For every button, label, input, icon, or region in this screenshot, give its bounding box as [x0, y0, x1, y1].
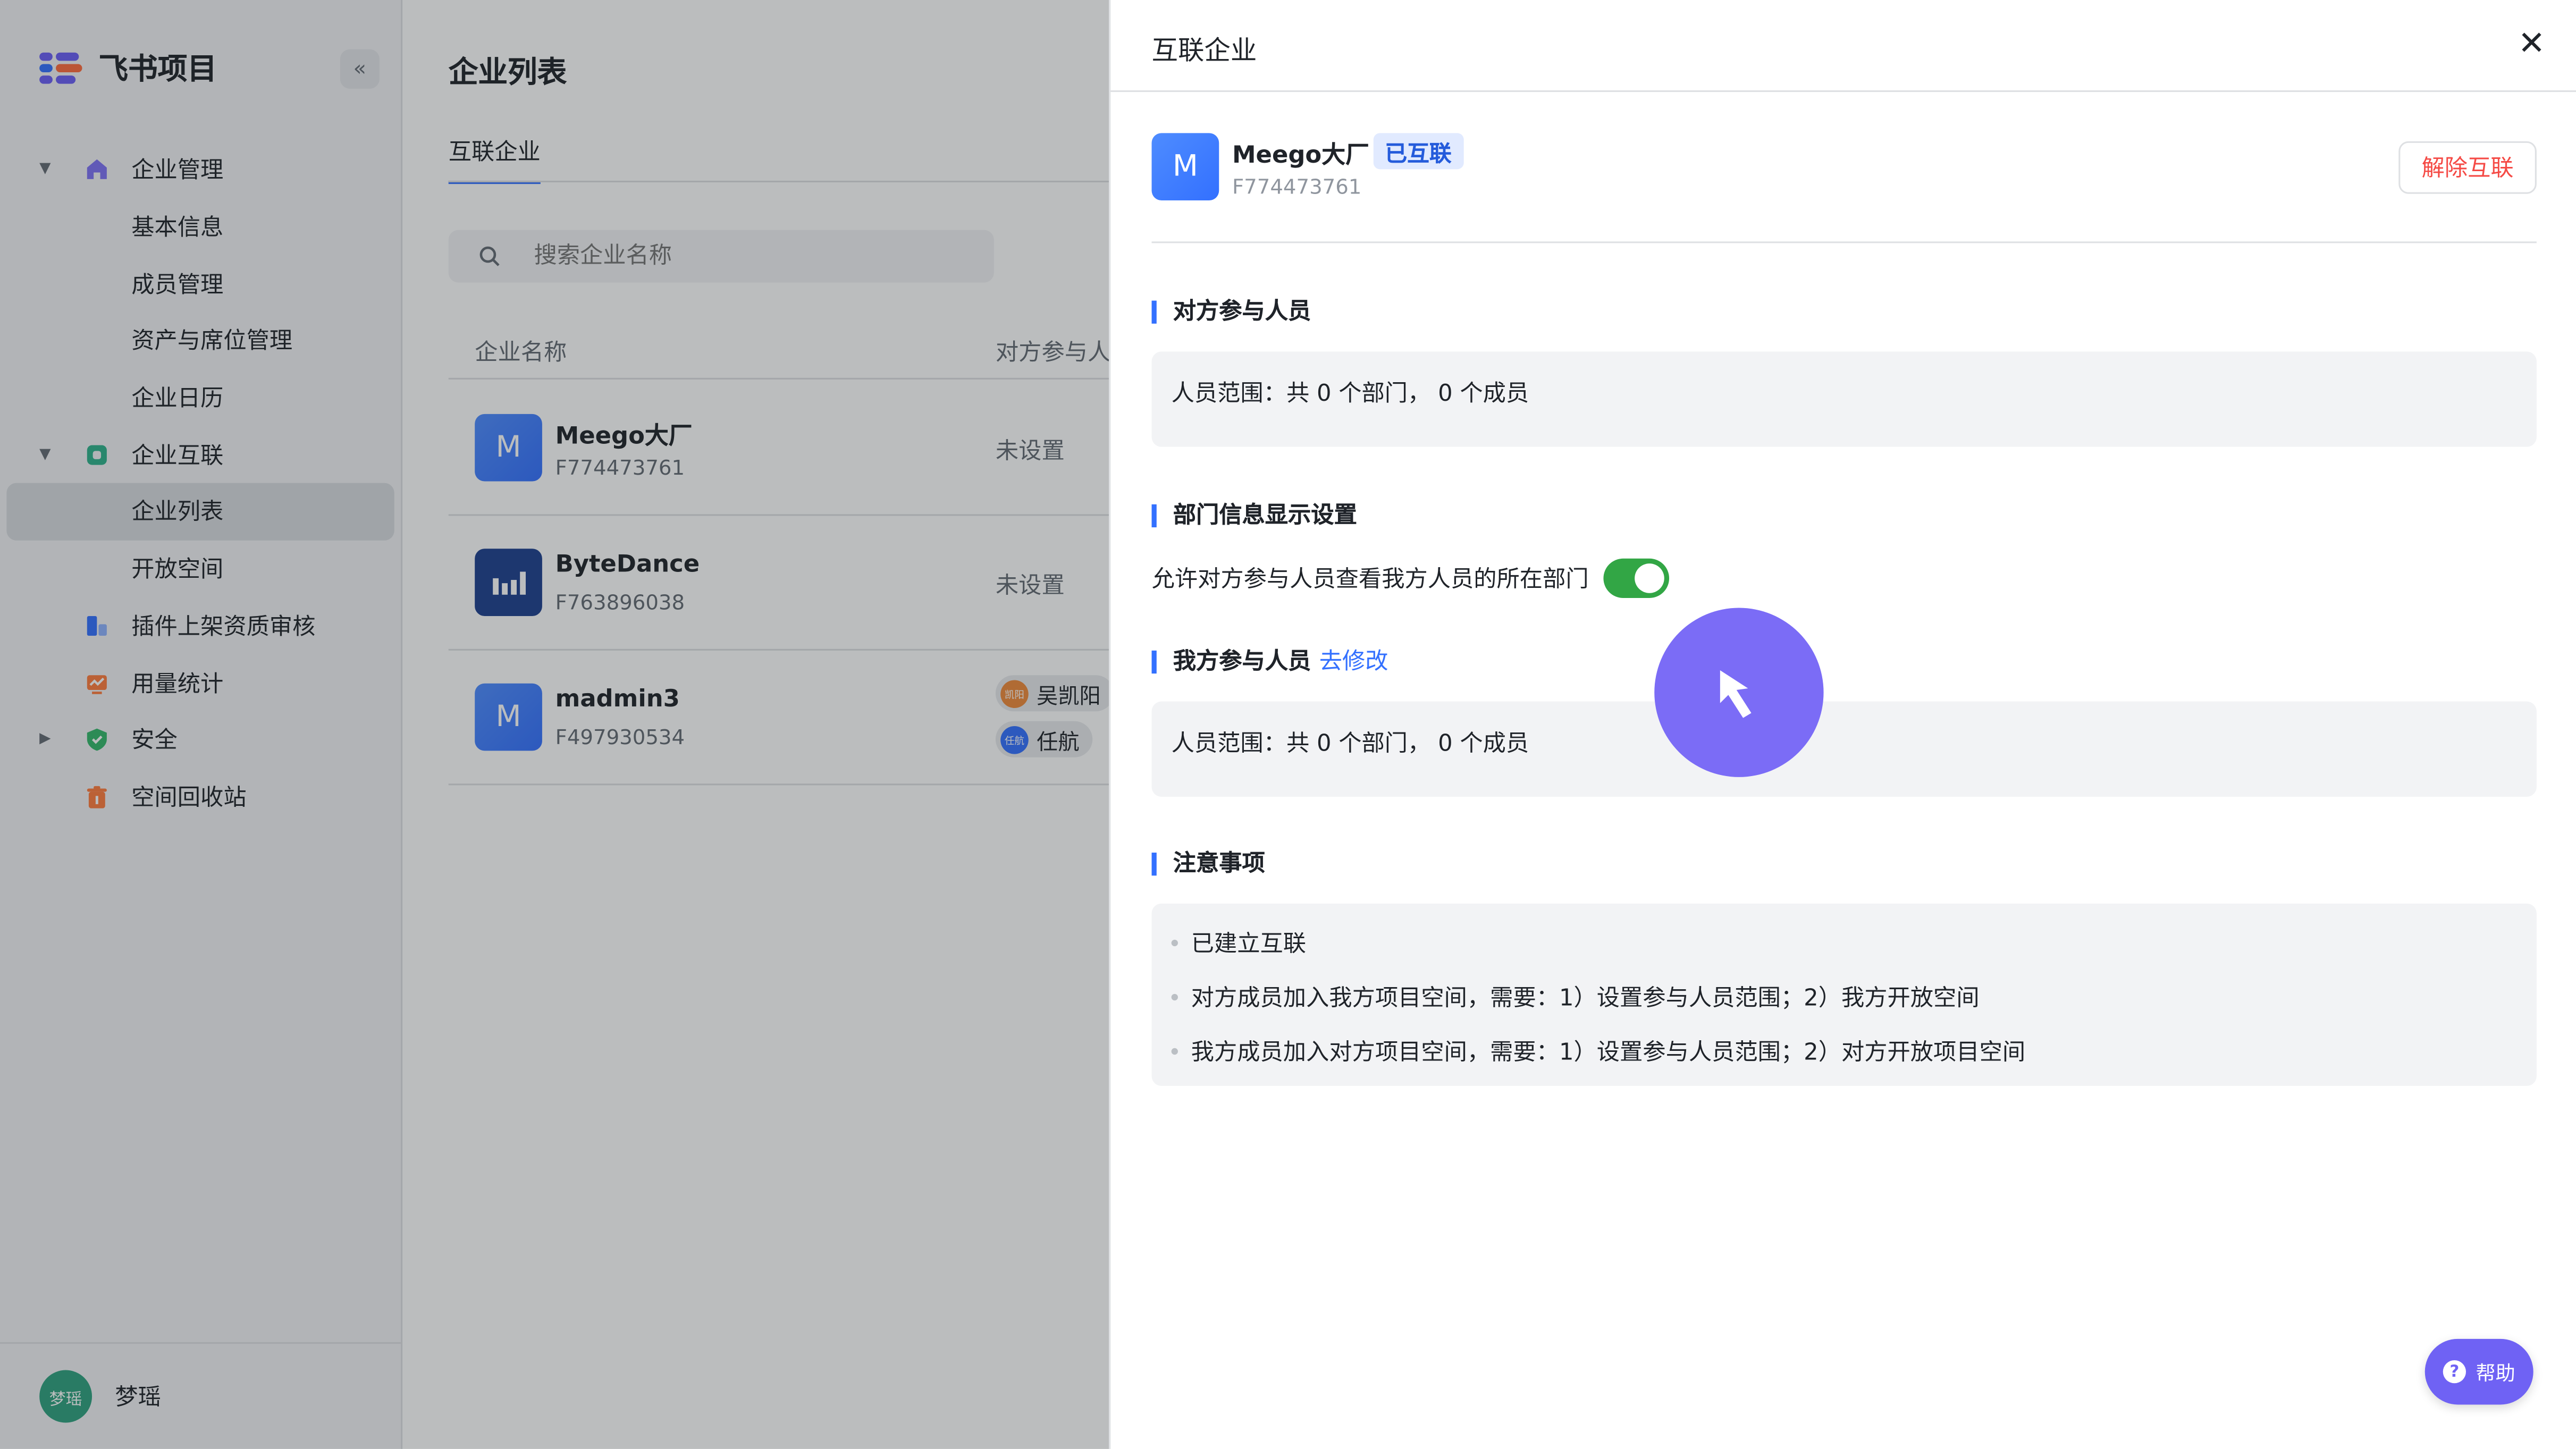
- bullet-icon: [1171, 1048, 1178, 1055]
- help-button[interactable]: ? 帮助: [2425, 1338, 2533, 1405]
- help-label: 帮助: [2476, 1361, 2515, 1384]
- note-text: 已建立互联: [1191, 931, 1307, 958]
- section-title-notes: 注意事项: [1151, 850, 1265, 878]
- drawer-header: 互联企业 ✕: [1110, 0, 2576, 92]
- enterprise-logo: M: [1151, 133, 1219, 201]
- enterprise-id: F774473761: [1232, 174, 1362, 199]
- section-title-text: 我方参与人员: [1173, 648, 1311, 676]
- section-title-text: 对方参与人员: [1173, 299, 1311, 325]
- close-icon[interactable]: ✕: [2512, 23, 2552, 62]
- bullet-icon: [1171, 939, 1178, 947]
- member-scope-text: 人员范围：共 0 个部门， 0 个成员: [1171, 381, 1529, 408]
- bullet-icon: [1171, 993, 1178, 1001]
- other-members-scope-box: 人员范围：共 0 个部门， 0 个成员: [1151, 351, 2537, 447]
- edit-members-link[interactable]: 去修改: [1319, 649, 1388, 675]
- section-title-other-members: 对方参与人员: [1151, 299, 1311, 325]
- section-title-our-members: 我方参与人员 去修改: [1151, 648, 1388, 676]
- status-badge: 已互联: [1373, 133, 1463, 170]
- divider: [1151, 241, 2537, 243]
- section-title-dept-display: 部门信息显示设置: [1151, 502, 1357, 529]
- dept-visibility-setting: 允许对方参与人员查看我方人员的所在部门: [1151, 558, 1670, 598]
- member-scope-text: 人员范围：共 0 个部门， 0 个成员: [1171, 731, 1529, 757]
- list-item: 对方成员加入我方项目空间，需要：1）设置参与人员范围；2）我方开放空间: [1171, 981, 1980, 1014]
- connected-enterprise-drawer: 互联企业 ✕ M Meego大厂 已互联 F774473761 解除互联 对方参…: [1109, 0, 2576, 1449]
- drawer-title: 互联企业: [1151, 34, 1257, 66]
- note-text: 我方成员加入对方项目空间，需要：1）设置参与人员范围；2）对方开放项目空间: [1191, 1040, 2026, 1066]
- list-item: 我方成员加入对方项目空间，需要：1）设置参与人员范围；2）对方开放项目空间: [1171, 1035, 2026, 1068]
- our-members-scope-box: 人员范围：共 0 个部门， 0 个成员: [1151, 701, 2537, 797]
- list-item: 已建立互联: [1171, 926, 1307, 959]
- toggle-label: 允许对方参与人员查看我方人员的所在部门: [1151, 567, 1589, 593]
- help-icon: ?: [2443, 1360, 2466, 1384]
- note-text: 对方成员加入我方项目空间，需要：1）设置参与人员范围；2）我方开放空间: [1191, 985, 1980, 1012]
- section-title-text: 注意事项: [1173, 850, 1265, 878]
- notes-box: 已建立互联 对方成员加入我方项目空间，需要：1）设置参与人员范围；2）我方开放空…: [1151, 903, 2537, 1086]
- enterprise-name: Meego大厂: [1232, 142, 1369, 170]
- pointer-cursor-icon: [1654, 608, 1824, 777]
- section-title-text: 部门信息显示设置: [1173, 502, 1357, 529]
- dept-visibility-toggle[interactable]: [1603, 558, 1670, 598]
- modal-backdrop[interactable]: [0, 0, 1109, 1449]
- unlink-button[interactable]: 解除互联: [2398, 141, 2537, 194]
